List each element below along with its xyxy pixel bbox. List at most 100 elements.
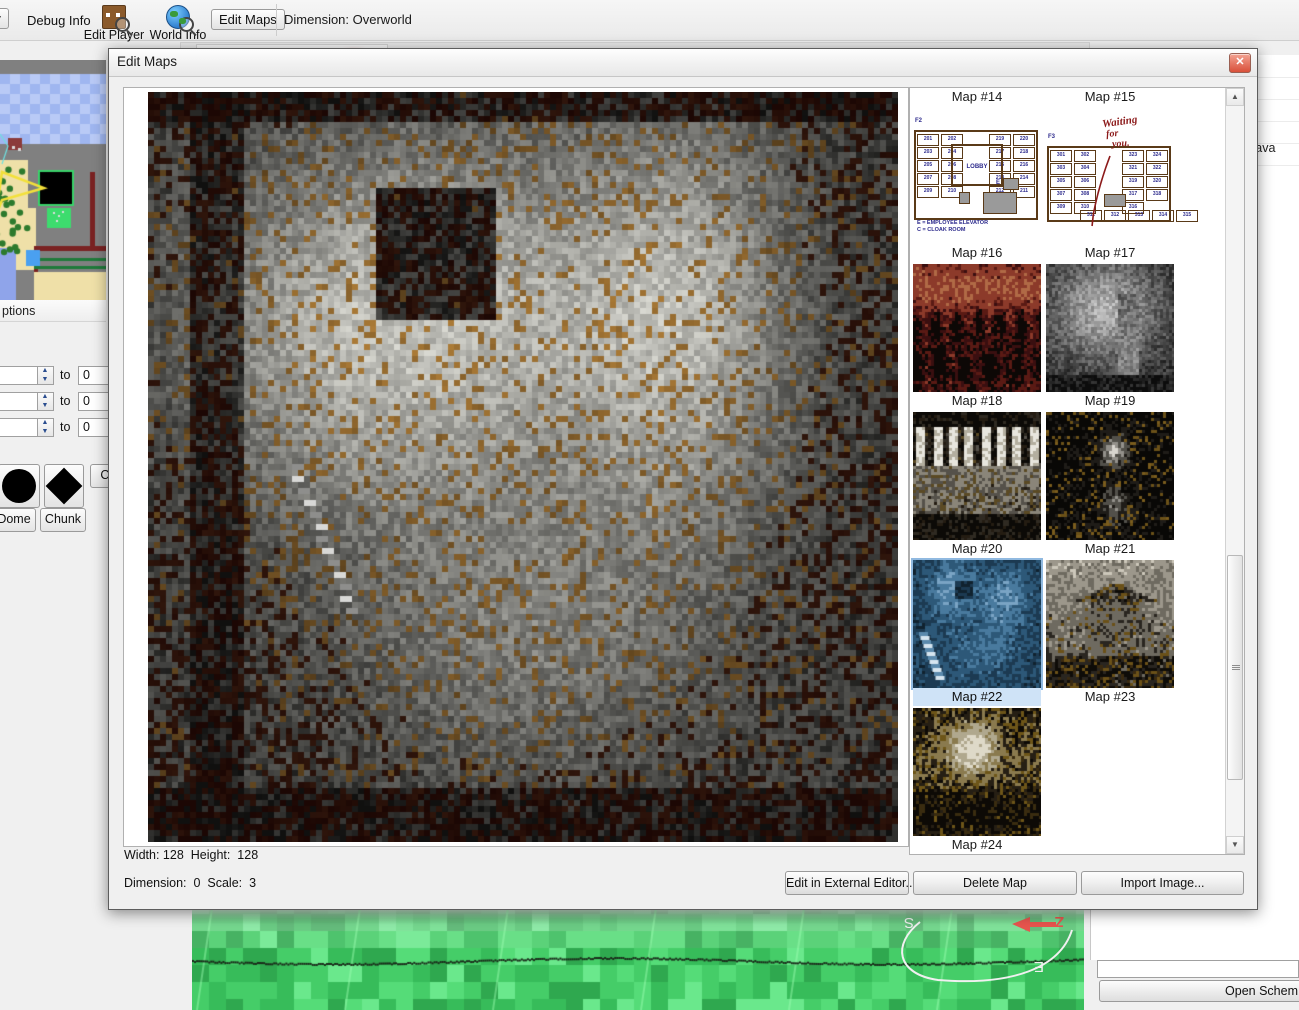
map-label: Map #14 [951,89,1003,104]
library-button[interactable]: ry [0,8,9,29]
map-thumbnail[interactable] [913,264,1041,392]
floorplan-room: 205 [917,160,939,172]
spinner-up-icon[interactable]: ▲ [38,419,52,427]
elevator-mark: E [996,180,1001,186]
floorplan-legend: E = EMPLOYEE ELEVATOR C = CLOAK ROOM [917,220,988,234]
close-icon[interactable]: ✕ [1229,53,1251,73]
floorplan-room: 307 [1050,189,1072,201]
note-line-3: you. [1111,137,1131,150]
map-list-item[interactable]: Map #24 [913,708,1041,854]
map-label: Map #21 [1084,541,1136,556]
map-list-item[interactable]: Map #20 [913,412,1041,558]
floorplan-room: 321 [1122,163,1144,175]
floorplan-room: 320 [1146,176,1168,188]
map-label: Map #18 [951,393,1003,408]
map-list-item[interactable]: Map #22 [911,558,1043,706]
edit-player-label: Edit Player [83,28,145,42]
map-preview-image [148,92,898,842]
floorplan-room: 209 [917,186,939,198]
circle-shape-button[interactable] [0,464,40,508]
map-thumbnail[interactable]: F2 201 202 203 204 205 206 207 208 209 210 219 220 21… [913,116,1041,244]
scrollbar-thumb[interactable] [1227,555,1243,780]
floorplan-room: 216 [1013,160,1035,172]
map-label: Map #15 [1084,89,1136,104]
height-value: 128 [237,848,259,862]
floorplan-f2: F2 201 202 203 204 205 206 207 208 209 210 219 220 21… [913,116,1041,244]
scroll-down-icon[interactable]: ▼ [1226,836,1244,854]
delete-map-button[interactable]: Delete Map [913,871,1077,895]
edit-player-button[interactable]: Edit Player [78,2,150,42]
floorplan-room: 305 [1050,176,1072,188]
height-label: Height: [190,848,231,862]
map-label: Map #17 [1084,245,1136,260]
edit-in-external-editor-button[interactable]: Edit in External Editor... [785,871,916,895]
floorplan-room: 304 [1074,163,1096,175]
range-spinner-1[interactable]: ▲ ▼ [38,366,54,385]
map-thumbnail[interactable] [913,412,1041,540]
diamond-shape-button[interactable] [44,464,84,508]
world-minimap[interactable] [0,60,106,300]
scroll-up-icon[interactable]: ▲ [1226,88,1244,106]
map-list-item[interactable]: F2 201 202 203 204 205 206 207 208 209 210 219 220 21… [913,116,1041,262]
floor-label: F3 [1048,134,1056,140]
map-thumbnail[interactable]: F3 301 302 303 304 305 306 307 308 309 310 323 324 32… [1046,114,1198,244]
floorplan-legend-line: C = CLOAK ROOM [917,227,966,233]
map-thumbnail[interactable] [1046,560,1174,688]
main-toolbar: ry Debug Info Edit Player World Info Edi… [0,0,1299,42]
background-path-field[interactable] [1097,960,1299,978]
dialog-titlebar[interactable]: Edit Maps ✕ [109,49,1257,77]
handwritten-note: Waiting for you. [1102,114,1166,154]
map-thumbnail[interactable] [913,708,1041,836]
range-field-2[interactable] [0,392,38,411]
floorplan-room: 220 [1013,134,1035,146]
left-options-panel: ptions ▲ ▼ to 0 ▲ ▼ to 0 ▲ ▼ to 0 Dome C… [0,300,128,540]
map-list-item[interactable]: F3 301 302 303 304 305 306 307 308 309 310 323 324 32… [1046,114,1198,262]
floorplan-room: 203 [917,147,939,159]
map-list-item[interactable]: Map #14 [913,88,1041,106]
map-thumbnail[interactable] [1046,412,1174,540]
floorplan-room: 308 [1074,189,1096,201]
range-field-1[interactable] [0,366,38,385]
map-preview-pane[interactable] [123,87,909,847]
spinner-down-icon[interactable]: ▼ [38,402,52,410]
floorplan-room: 303 [1050,163,1072,175]
cloak-room-marker [959,192,970,204]
floorplan-room: 322 [1146,163,1168,175]
map-label: Map #20 [951,541,1003,556]
map-thumbnail[interactable] [1046,264,1174,392]
floorplan-room: 309 [1050,202,1072,214]
map-list-scrollbar[interactable]: ▲ ▼ [1225,88,1244,854]
range-spinner-3[interactable]: ▲ ▼ [38,418,54,437]
world-info-button[interactable]: World Info [142,2,214,42]
range-field-3[interactable] [0,418,38,437]
map-thumbnail[interactable] [911,558,1043,690]
map-list-item[interactable]: Map #19 [1046,264,1174,410]
map-list[interactable]: Map #14 Map #15 F2 201 202 203 204 205 206 207 208… [909,87,1245,855]
shaded-area [983,192,1017,214]
range-spinner-2[interactable]: ▲ ▼ [38,392,54,411]
scrollbar-grip-icon [1232,664,1240,671]
map-list-item[interactable]: Map #21 [1046,412,1174,558]
range-to-label-3: to [60,420,71,434]
floor-label: F2 [915,118,923,124]
globe-icon [142,2,214,32]
open-schematic-button[interactable]: Open Schem [1099,980,1299,1002]
spinner-down-icon[interactable]: ▼ [38,428,52,436]
map-label: Map #22 [913,688,1041,706]
map-list-item[interactable]: Map #23 [1046,560,1174,706]
employee-elevator-marker [1003,178,1019,190]
dialog-title: Edit Maps [117,54,178,69]
floorplan-room: 207 [917,173,939,185]
import-image-button[interactable]: Import Image... [1081,871,1244,895]
map-label: Map #19 [1084,393,1136,408]
spinner-up-icon[interactable]: ▲ [38,367,52,375]
dome-button[interactable]: Dome [0,508,36,532]
chunk-button[interactable]: Chunk [40,508,86,532]
map-list-item[interactable]: Map #15 [1046,88,1174,106]
edit-maps-dialog: Edit Maps ✕ Width: 128 Height: 128 Dimen… [108,48,1258,910]
spinner-up-icon[interactable]: ▲ [38,393,52,401]
spinner-down-icon[interactable]: ▼ [38,376,52,384]
world-render-view[interactable]: S E Z [192,908,1084,1010]
edit-maps-button[interactable]: Edit Maps [211,9,285,30]
map-list-item[interactable]: Map #18 [913,264,1041,410]
